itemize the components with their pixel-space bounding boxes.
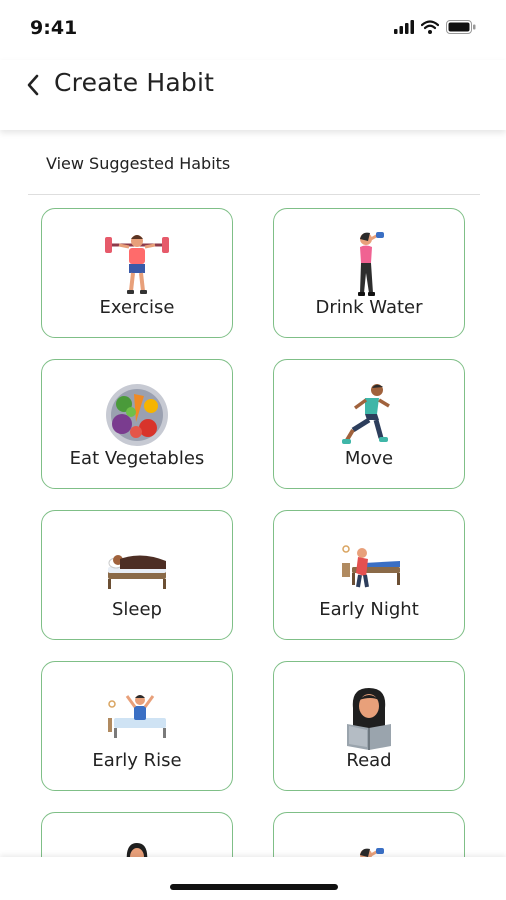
person-sleeping-icon bbox=[108, 555, 166, 589]
home-indicator[interactable] bbox=[170, 884, 338, 890]
person-going-to-bed-icon bbox=[342, 545, 400, 588]
habit-card-early-night[interactable]: Early Night bbox=[273, 510, 465, 640]
woman-drinking-water-icon bbox=[360, 848, 384, 857]
person-waking-up-icon bbox=[108, 695, 166, 738]
habit-label: Early Rise bbox=[92, 750, 182, 771]
back-button[interactable] bbox=[20, 70, 50, 100]
habit-label: Eat Vegetables bbox=[69, 448, 205, 469]
status-time: 9:41 bbox=[30, 17, 78, 39]
habit-card-exercise[interactable]: Exercise bbox=[41, 208, 233, 338]
habit-label: Early Night bbox=[319, 599, 419, 620]
navigation-bar: Create Habit bbox=[0, 60, 506, 130]
status-icons bbox=[394, 20, 476, 34]
habit-label: Sleep bbox=[111, 599, 162, 620]
habit-card-partial-left[interactable] bbox=[41, 812, 233, 857]
habit-label: Exercise bbox=[99, 297, 175, 318]
habit-label: Drink Water bbox=[315, 297, 423, 318]
habit-card-sleep[interactable]: Sleep bbox=[41, 510, 233, 640]
status-bar: 9:41 bbox=[0, 0, 506, 60]
habit-card-eat-vegetables[interactable]: Eat Vegetables bbox=[41, 359, 233, 489]
habit-card-read[interactable]: Read bbox=[273, 661, 465, 791]
woman-reading-icon bbox=[347, 688, 391, 750]
battery-icon bbox=[446, 20, 476, 34]
woman-drinking-water-icon bbox=[358, 232, 384, 296]
cellular-signal-icon bbox=[394, 20, 414, 34]
wifi-icon bbox=[421, 20, 439, 34]
weightlifter-icon bbox=[105, 235, 169, 294]
habit-card-move[interactable]: Move bbox=[273, 359, 465, 489]
habit-card-drink-water[interactable]: Drink Water bbox=[273, 208, 465, 338]
suggested-habits-label: View Suggested Habits bbox=[46, 154, 231, 173]
bottom-bar bbox=[0, 857, 506, 900]
page-title: Create Habit bbox=[54, 68, 215, 97]
suggested-habits-header[interactable]: View Suggested Habits bbox=[28, 130, 480, 195]
habit-card-early-rise[interactable]: Early Rise bbox=[41, 661, 233, 791]
habit-label: Read bbox=[346, 750, 392, 771]
vegetable-plate-icon bbox=[106, 384, 168, 446]
habit-list: View Suggested Habits Exercise Drink Wat… bbox=[0, 130, 506, 857]
chevron-left-icon bbox=[27, 74, 39, 96]
habit-label: Move bbox=[344, 448, 394, 469]
habit-card-partial-right[interactable] bbox=[273, 812, 465, 857]
runner-icon bbox=[342, 384, 390, 444]
woman-icon bbox=[126, 843, 148, 857]
